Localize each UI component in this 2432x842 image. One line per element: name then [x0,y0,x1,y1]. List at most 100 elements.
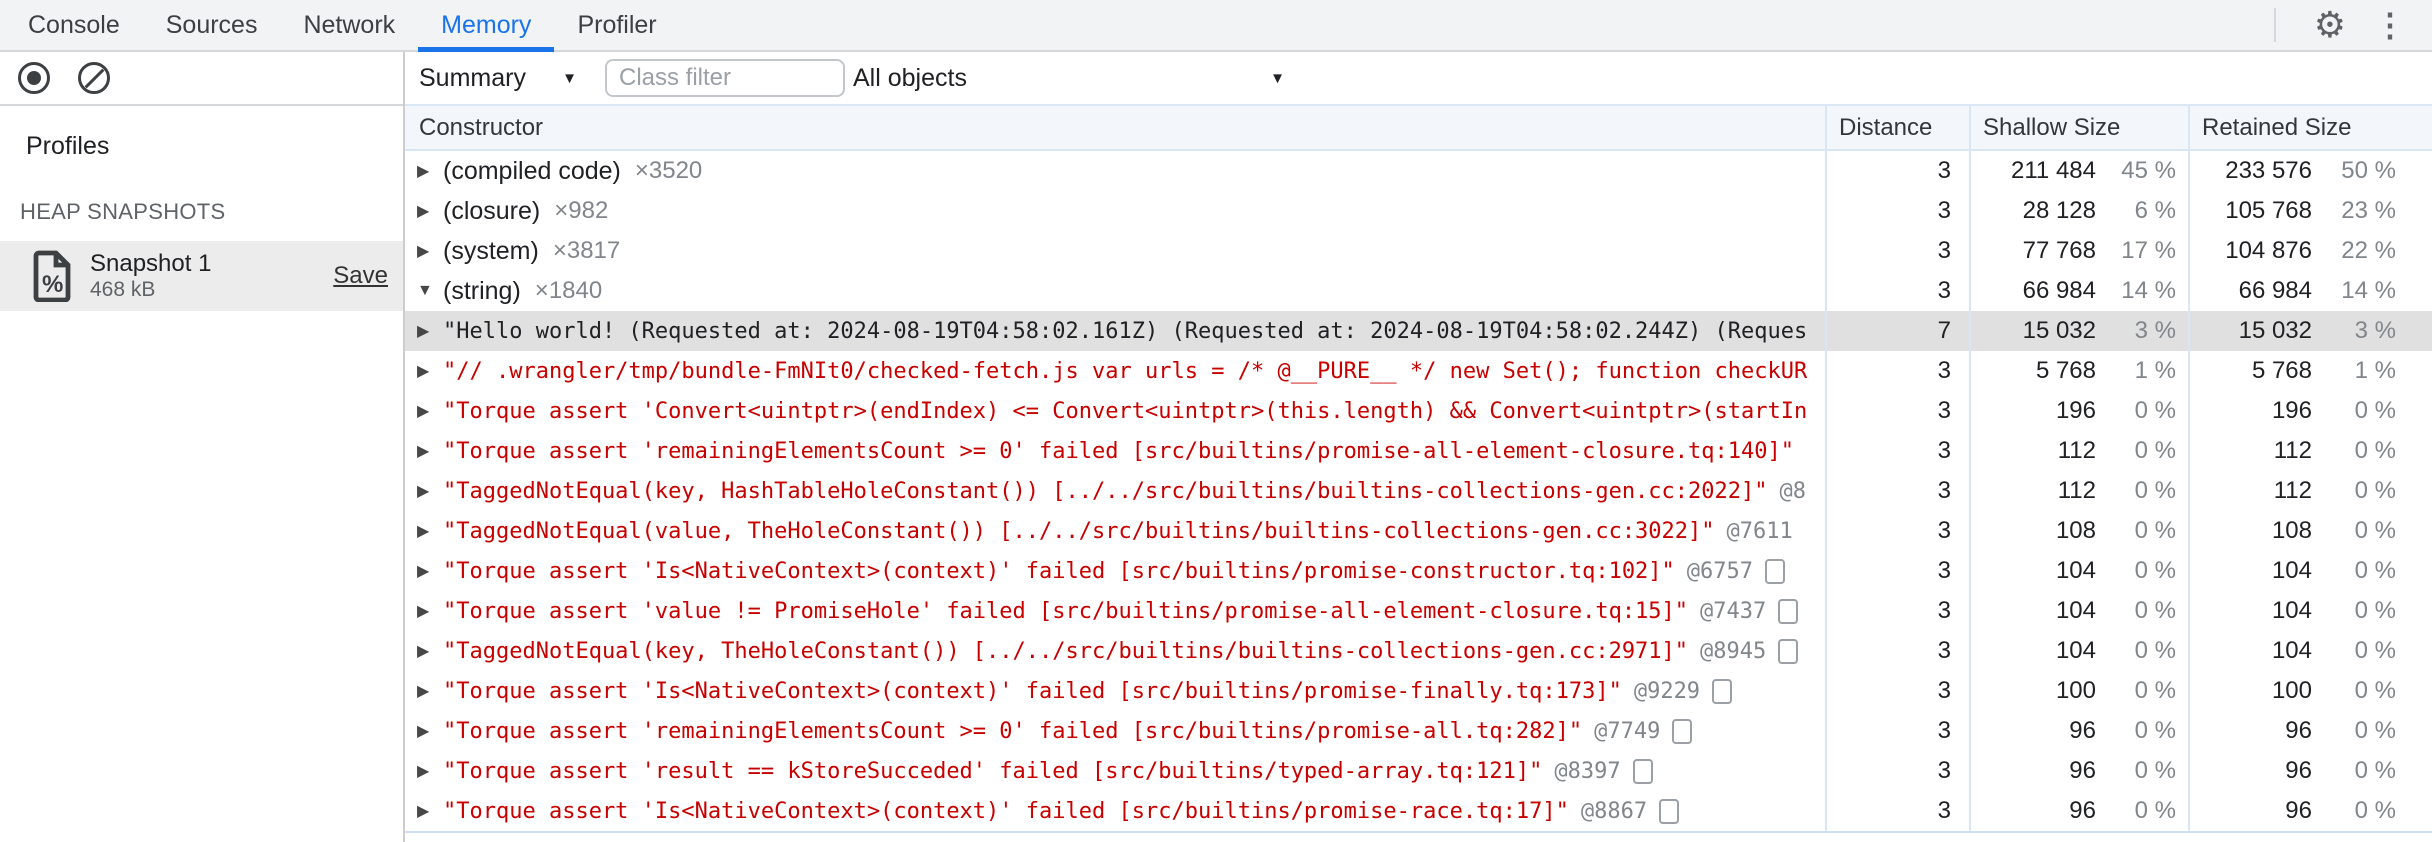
expand-icon[interactable]: ▶ [417,721,443,741]
retained-size-value: 233 576 [2225,157,2312,184]
shallow-size-percent: 0 % [2134,437,2176,464]
collapse-icon[interactable]: ▼ [417,282,443,300]
instance-count: ×982 [554,197,609,224]
tab-sources[interactable]: Sources [143,0,281,50]
table-row[interactable]: ▶ "Torque assert 'Is<NativeContext>(cont… [405,791,2432,831]
tab-network[interactable]: Network [280,0,418,50]
preview-box-icon[interactable] [1778,638,1799,664]
table-row[interactable]: ▶ "Torque assert 'Is<NativeContext>(cont… [405,551,2432,591]
shallow-size-cell: 196 0 % [1969,391,2188,431]
object-scope-select[interactable]: All objects ▼ [853,64,1291,93]
perspective-select-value: Summary [419,63,526,92]
expand-icon[interactable]: ▶ [417,321,443,341]
save-snapshot-link[interactable]: Save [333,262,388,290]
grid-header: Constructor Distance Shallow Size Retain… [405,106,2432,151]
more-options-kebab-icon[interactable]: ⋮ [2362,9,2418,41]
shallow-size-value: 108 [2055,517,2096,544]
retained-size-percent: 0 % [2354,597,2396,624]
expand-icon[interactable]: ▶ [417,441,443,461]
column-header-retained-size[interactable]: Retained Size [2188,106,2432,149]
shallow-size-value: 100 [2055,677,2096,704]
shallow-size-percent: 0 % [2134,597,2176,624]
retained-size-value: 105 768 [2225,197,2312,224]
constructor-cell: ▶ (system) ×3817 [405,231,1825,271]
table-row[interactable]: ▼ (string) ×1840 3 66 984 14 % 66 984 14… [405,271,2432,311]
tab-console[interactable]: Console [5,0,143,50]
expand-icon[interactable]: ▶ [417,241,443,261]
instance-count: ×3817 [552,237,621,264]
snapshot-item[interactable]: % Snapshot 1 468 kB Save [0,241,403,311]
shallow-size-cell: 112 0 % [1969,471,2188,511]
table-row[interactable]: ▶ (system) ×3817 3 77 768 17 % 104 876 2… [405,231,2432,271]
table-row[interactable]: ▶ "Hello world! (Requested at: 2024-08-1… [405,311,2432,351]
table-row[interactable]: ▶ "TaggedNotEqual(key, HashTableHoleCons… [405,471,2432,511]
column-header-constructor[interactable]: Constructor [405,106,1825,149]
retained-size-value: 104 [2271,637,2312,664]
preview-box-icon[interactable] [1632,758,1653,784]
preview-box-icon[interactable] [1659,798,1680,824]
retained-size-percent: 0 % [2354,397,2396,424]
column-header-distance[interactable]: Distance [1825,106,1969,149]
shallow-size-percent: 0 % [2134,717,2176,744]
shallow-size-value: 5 768 [2035,357,2096,384]
retained-size-percent: 22 % [2341,237,2396,264]
shallow-size-percent: 3 % [2134,317,2176,344]
settings-gear-icon[interactable]: ⚙ [2298,7,2362,43]
tab-memory[interactable]: Memory [418,0,555,52]
constructor-name: (string) [443,276,521,305]
class-filter-input[interactable] [605,59,845,97]
table-row[interactable]: ▶ (closure) ×982 3 28 128 6 % 105 768 23… [405,191,2432,231]
expand-icon[interactable]: ▶ [417,161,443,181]
expand-icon[interactable]: ▶ [417,201,443,221]
constructor-name: "Torque assert 'Is<NativeContext>(contex… [443,558,1675,584]
table-row[interactable]: ▶ "// .wrangler/tmp/bundle-FmNIt0/checke… [405,351,2432,391]
expand-icon[interactable]: ▶ [417,401,443,421]
retained-size-percent: 0 % [2354,677,2396,704]
shallow-size-cell: 77 768 17 % [1969,231,2188,271]
table-row[interactable]: ▶ "TaggedNotEqual(key, TheHoleConstant()… [405,631,2432,671]
expand-icon[interactable]: ▶ [417,761,443,781]
shallow-size-percent: 0 % [2134,517,2176,544]
perspective-select[interactable]: Summary ▼ [419,64,577,93]
expand-icon[interactable]: ▶ [417,521,443,541]
expand-icon[interactable]: ▶ [417,801,443,821]
retained-size-cell: 66 984 14 % [2188,271,2432,311]
preview-box-icon[interactable] [1672,718,1693,744]
preview-box-icon[interactable] [1778,598,1799,624]
constructor-cell: ▶ "Torque assert 'Is<NativeContext>(cont… [405,551,1825,591]
retained-size-cell: 100 0 % [2188,671,2432,711]
tab-profiler[interactable]: Profiler [554,0,679,50]
constructor-cell: ▶ "// .wrangler/tmp/bundle-FmNIt0/checke… [405,351,1825,391]
constructor-name: (closure) [443,196,541,225]
expand-icon[interactable]: ▶ [417,481,443,501]
table-row[interactable]: ▶ "Torque assert 'remainingElementsCount… [405,711,2432,751]
expand-icon[interactable]: ▶ [417,681,443,701]
preview-box-icon[interactable] [1712,678,1733,704]
expand-icon[interactable]: ▶ [417,641,443,661]
retained-size-percent: 0 % [2354,477,2396,504]
shallow-size-cell: 104 0 % [1969,551,2188,591]
clear-profiles-icon[interactable] [78,62,110,94]
table-row[interactable]: ▶ "Torque assert 'Convert<uintptr>(endIn… [405,391,2432,431]
shallow-size-cell: 96 0 % [1969,751,2188,791]
distance-cell: 3 [1825,471,1969,511]
table-row[interactable]: ▶ "Torque assert 'Is<NativeContext>(cont… [405,671,2432,711]
distance-cell: 3 [1825,271,1969,311]
retained-size-cell: 105 768 23 % [2188,191,2432,231]
expand-icon[interactable]: ▶ [417,601,443,621]
shallow-size-cell: 15 032 3 % [1969,311,2188,351]
distance-cell: 7 [1825,311,1969,351]
table-row[interactable]: ▶ "Torque assert 'remainingElementsCount… [405,431,2432,471]
table-row[interactable]: ▶ "Torque assert 'value != PromiseHole' … [405,591,2432,631]
object-id: @7437 [1700,598,1767,624]
column-header-shallow-size[interactable]: Shallow Size [1969,106,2188,149]
table-row[interactable]: ▶ "TaggedNotEqual(value, TheHoleConstant… [405,511,2432,551]
shallow-size-cell: 112 0 % [1969,431,2188,471]
take-heap-snapshot-icon[interactable] [18,62,50,94]
expand-icon[interactable]: ▶ [417,361,443,381]
table-row[interactable]: ▶ "Torque assert 'result == kStoreSucced… [405,751,2432,791]
expand-icon[interactable]: ▶ [417,561,443,581]
table-row[interactable]: ▶ (compiled code) ×3520 3 211 484 45 % 2… [405,151,2432,191]
constructor-name: "Torque assert 'remainingElementsCount >… [443,718,1583,744]
preview-box-icon[interactable] [1765,558,1786,584]
